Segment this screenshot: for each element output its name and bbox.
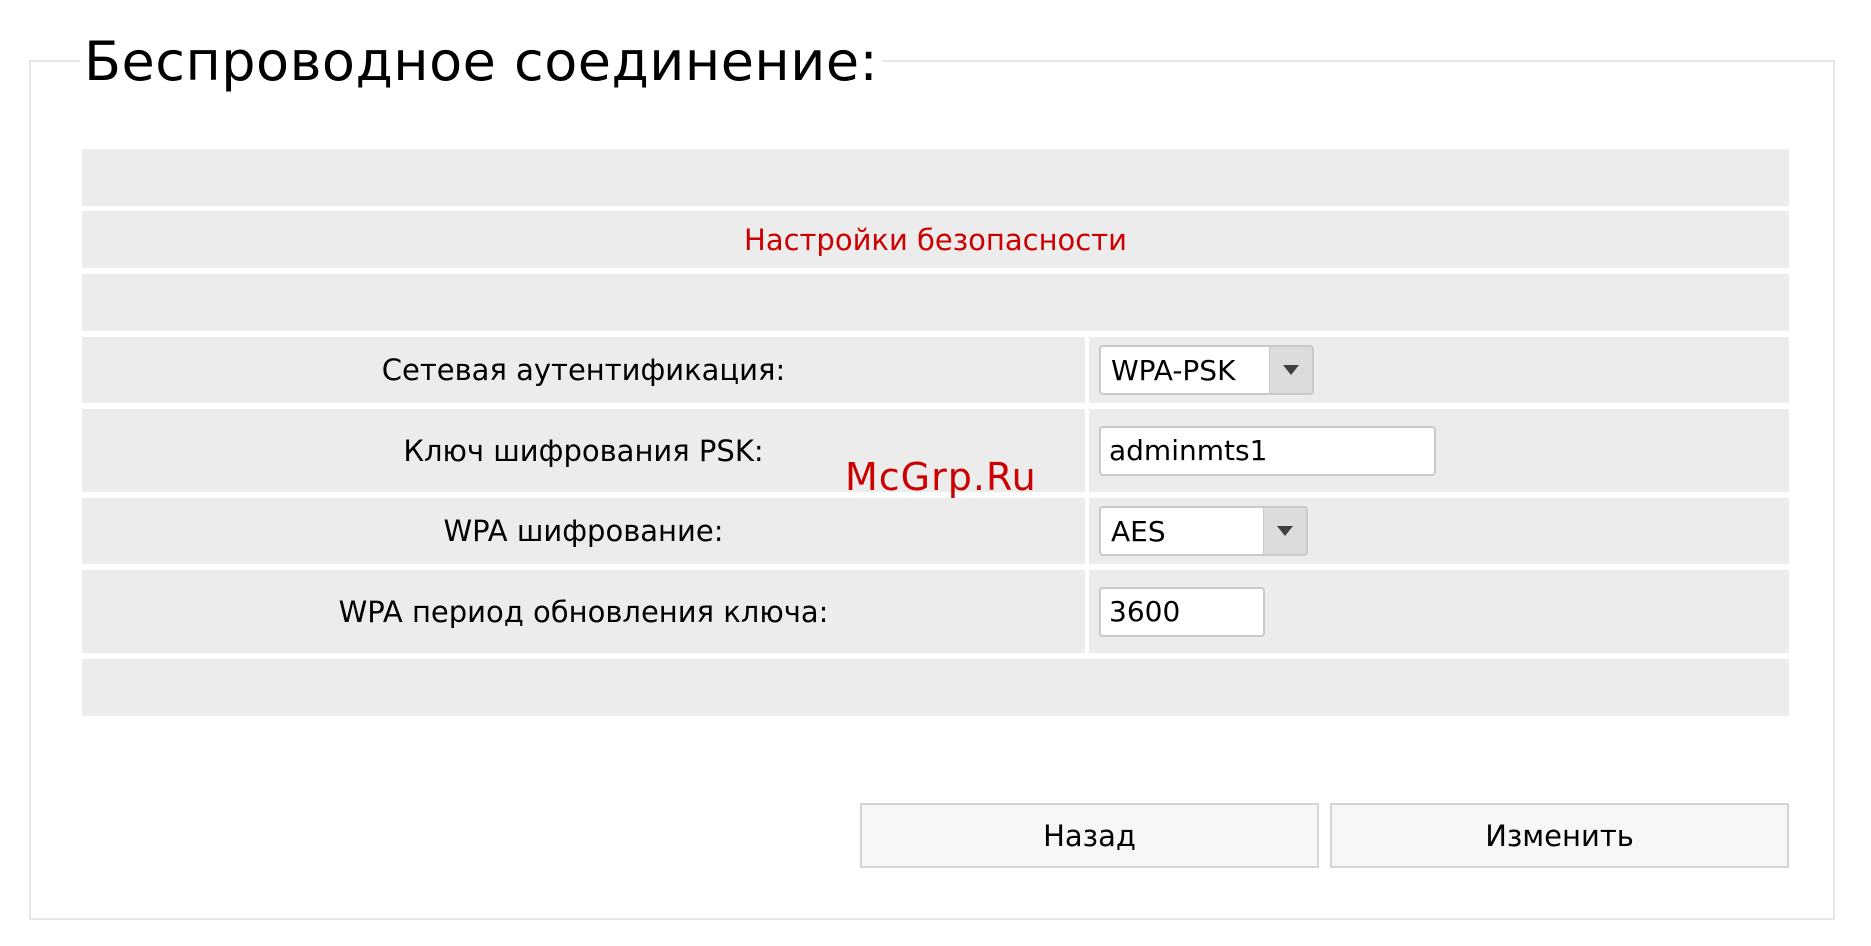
- psk-input[interactable]: [1099, 425, 1436, 476]
- auth-value-cell: WPA-PSK: [1089, 337, 1789, 403]
- wpa-encryption-value-cell: AES: [1089, 498, 1789, 564]
- wpa-encryption-select-value: AES: [1111, 514, 1166, 548]
- back-button[interactable]: Назад: [860, 803, 1319, 868]
- rekey-label: WPA период обновления ключа:: [82, 570, 1085, 653]
- auth-label: Сетевая аутентификация:: [82, 337, 1085, 403]
- rekey-value-cell: [1089, 570, 1789, 653]
- wpa-encryption-row: WPA шифрование: AES: [82, 498, 1789, 564]
- chevron-down-icon[interactable]: [1263, 508, 1306, 554]
- psk-value-cell: [1089, 409, 1789, 492]
- apply-button[interactable]: Изменить: [1330, 803, 1789, 868]
- watermark-text: McGrp.Ru: [845, 455, 1037, 499]
- chevron-down-icon[interactable]: [1269, 347, 1312, 393]
- wpa-encryption-select[interactable]: AES: [1099, 506, 1308, 556]
- spacer-band: [82, 149, 1789, 206]
- rekey-row: WPA период обновления ключа:: [82, 570, 1789, 653]
- spacer-band: [82, 659, 1789, 716]
- spacer-band: [82, 274, 1789, 331]
- wpa-encryption-label: WPA шифрование:: [82, 498, 1085, 564]
- auth-row: Сетевая аутентификация: WPA-PSK: [82, 337, 1789, 403]
- page-title: Беспроводное соединение:: [80, 30, 883, 94]
- auth-select[interactable]: WPA-PSK: [1099, 345, 1314, 395]
- section-title: Настройки безопасности: [82, 211, 1789, 268]
- rekey-input[interactable]: [1099, 586, 1265, 637]
- auth-select-value: WPA-PSK: [1111, 353, 1236, 387]
